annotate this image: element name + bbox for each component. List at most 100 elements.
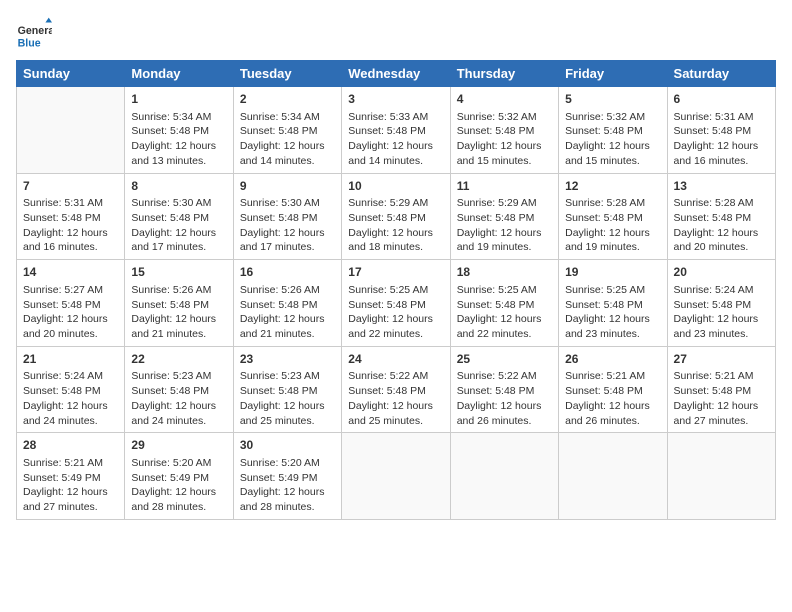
day-number: 24	[348, 351, 443, 368]
calendar-cell: 30 Sunrise: 5:20 AMSunset: 5:49 PMDayligh…	[233, 433, 341, 520]
day-info: Sunrise: 5:22 AMSunset: 5:48 PMDaylight:…	[457, 369, 552, 428]
day-info: Sunrise: 5:32 AMSunset: 5:48 PMDaylight:…	[565, 110, 660, 169]
calendar-cell: 3Sunrise: 5:33 AMSunset: 5:48 PMDaylight…	[342, 87, 450, 174]
calendar-cell: 17Sunrise: 5:25 AMSunset: 5:48 PMDayligh…	[342, 260, 450, 347]
calendar-cell	[450, 433, 558, 520]
calendar-week-row: 14 Sunrise: 5:27 AMSunset: 5:48 PMDayligh…	[17, 260, 776, 347]
calendar-header-row: SundayMondayTuesdayWednesdayThursdayFrid…	[17, 61, 776, 87]
calendar-cell: 10Sunrise: 5:29 AMSunset: 5:48 PMDayligh…	[342, 173, 450, 260]
day-number: 6	[674, 91, 769, 108]
calendar-cell: 16 Sunrise: 5:26 AMSunset: 5:48 PMDayligh…	[233, 260, 341, 347]
day-number: 21	[23, 351, 118, 368]
calendar-week-row: 28Sunrise: 5:21 AMSunset: 5:49 PMDayligh…	[17, 433, 776, 520]
day-info: Sunrise: 5:28 AMSunset: 5:48 PMDaylight:…	[674, 196, 769, 255]
calendar-cell: 26Sunrise: 5:21 AMSunset: 5:48 PMDayligh…	[559, 346, 667, 433]
calendar-cell: 29Sunrise: 5:20 AMSunset: 5:49 PMDayligh…	[125, 433, 233, 520]
day-number: 19	[565, 264, 660, 281]
calendar-cell: 22Sunrise: 5:23 AMSunset: 5:48 PMDayligh…	[125, 346, 233, 433]
day-info: Sunrise: 5:30 AMSunset: 5:48 PMDaylight:…	[131, 196, 226, 255]
calendar-cell	[559, 433, 667, 520]
logo: General Blue	[16, 16, 56, 52]
day-number: 14	[23, 264, 118, 281]
day-info: Sunrise: 5:21 AMSunset: 5:48 PMDaylight:…	[674, 369, 769, 428]
day-number: 27	[674, 351, 769, 368]
day-number: 7	[23, 178, 118, 195]
day-info: Sunrise: 5:24 AMSunset: 5:48 PMDaylight:…	[23, 369, 118, 428]
day-number: 28	[23, 437, 118, 454]
day-number: 8	[131, 178, 226, 195]
day-number: 30	[240, 437, 335, 454]
weekday-header-saturday: Saturday	[667, 61, 775, 87]
calendar-cell: 2 Sunrise: 5:34 AMSunset: 5:48 PMDaylight…	[233, 87, 341, 174]
day-info: Sunrise: 5:22 AMSunset: 5:48 PMDaylight:…	[348, 369, 443, 428]
page-header: General Blue	[16, 10, 776, 52]
calendar-cell: 15 Sunrise: 5:26 AMSunset: 5:48 PMDayligh…	[125, 260, 233, 347]
day-info: Sunrise: 5:29 AMSunset: 5:48 PMDaylight:…	[348, 196, 443, 255]
calendar-cell: 8Sunrise: 5:30 AMSunset: 5:48 PMDaylight…	[125, 173, 233, 260]
calendar-cell: 11Sunrise: 5:29 AMSunset: 5:48 PMDayligh…	[450, 173, 558, 260]
day-info: Sunrise: 5:25 AMSunset: 5:48 PMDaylight:…	[457, 283, 552, 342]
day-number: 13	[674, 178, 769, 195]
day-number: 9	[240, 178, 335, 195]
day-number: 26	[565, 351, 660, 368]
weekday-header-tuesday: Tuesday	[233, 61, 341, 87]
calendar-cell	[342, 433, 450, 520]
calendar-cell: 21Sunrise: 5:24 AMSunset: 5:48 PMDayligh…	[17, 346, 125, 433]
day-info: Sunrise: 5:29 AMSunset: 5:48 PMDaylight:…	[457, 196, 552, 255]
day-number: 15	[131, 264, 226, 281]
day-info: Sunrise: 5:26 AMSunset: 5:48 PMDaylight:…	[131, 283, 226, 342]
day-number: 10	[348, 178, 443, 195]
day-info: Sunrise: 5:31 AMSunset: 5:48 PMDaylight:…	[23, 196, 118, 255]
calendar-cell: 4 Sunrise: 5:32 AMSunset: 5:48 PMDaylight…	[450, 87, 558, 174]
day-number: 22	[131, 351, 226, 368]
day-info: Sunrise: 5:28 AMSunset: 5:48 PMDaylight:…	[565, 196, 660, 255]
calendar-cell: 12Sunrise: 5:28 AMSunset: 5:48 PMDayligh…	[559, 173, 667, 260]
calendar-cell: 25Sunrise: 5:22 AMSunset: 5:48 PMDayligh…	[450, 346, 558, 433]
calendar-cell: 9Sunrise: 5:30 AMSunset: 5:48 PMDaylight…	[233, 173, 341, 260]
day-info: Sunrise: 5:20 AMSunset: 5:49 PMDaylight:…	[240, 456, 335, 515]
calendar-table: SundayMondayTuesdayWednesdayThursdayFrid…	[16, 60, 776, 520]
day-info: Sunrise: 5:23 AMSunset: 5:48 PMDaylight:…	[240, 369, 335, 428]
day-number: 16	[240, 264, 335, 281]
day-number: 4	[457, 91, 552, 108]
day-info: Sunrise: 5:27 AMSunset: 5:48 PMDaylight:…	[23, 283, 118, 342]
calendar-cell: 24Sunrise: 5:22 AMSunset: 5:48 PMDayligh…	[342, 346, 450, 433]
day-info: Sunrise: 5:31 AMSunset: 5:48 PMDaylight:…	[674, 110, 769, 169]
day-info: Sunrise: 5:25 AMSunset: 5:48 PMDaylight:…	[565, 283, 660, 342]
day-number: 5	[565, 91, 660, 108]
day-info: Sunrise: 5:32 AMSunset: 5:48 PMDaylight:…	[457, 110, 552, 169]
day-info: Sunrise: 5:20 AMSunset: 5:49 PMDaylight:…	[131, 456, 226, 515]
day-info: Sunrise: 5:30 AMSunset: 5:48 PMDaylight:…	[240, 196, 335, 255]
calendar-week-row: 1Sunrise: 5:34 AMSunset: 5:48 PMDaylight…	[17, 87, 776, 174]
day-info: Sunrise: 5:21 AMSunset: 5:48 PMDaylight:…	[565, 369, 660, 428]
calendar-cell: 19 Sunrise: 5:25 AMSunset: 5:48 PMDayligh…	[559, 260, 667, 347]
day-info: Sunrise: 5:33 AMSunset: 5:48 PMDaylight:…	[348, 110, 443, 169]
weekday-header-thursday: Thursday	[450, 61, 558, 87]
day-number: 18	[457, 264, 552, 281]
day-number: 23	[240, 351, 335, 368]
day-info: Sunrise: 5:26 AMSunset: 5:48 PMDaylight:…	[240, 283, 335, 342]
calendar-cell: 18 Sunrise: 5:25 AMSunset: 5:48 PMDayligh…	[450, 260, 558, 347]
calendar-cell: 1Sunrise: 5:34 AMSunset: 5:48 PMDaylight…	[125, 87, 233, 174]
day-number: 2	[240, 91, 335, 108]
day-number: 12	[565, 178, 660, 195]
calendar-cell: 27Sunrise: 5:21 AMSunset: 5:48 PMDayligh…	[667, 346, 775, 433]
day-info: Sunrise: 5:25 AMSunset: 5:48 PMDaylight:…	[348, 283, 443, 342]
weekday-header-wednesday: Wednesday	[342, 61, 450, 87]
calendar-cell: 13Sunrise: 5:28 AMSunset: 5:48 PMDayligh…	[667, 173, 775, 260]
calendar-cell: 7Sunrise: 5:31 AMSunset: 5:48 PMDaylight…	[17, 173, 125, 260]
calendar-cell: 5 Sunrise: 5:32 AMSunset: 5:48 PMDaylight…	[559, 87, 667, 174]
calendar-cell: 6 Sunrise: 5:31 AMSunset: 5:48 PMDaylight…	[667, 87, 775, 174]
day-number: 11	[457, 178, 552, 195]
day-number: 20	[674, 264, 769, 281]
calendar-cell: 20 Sunrise: 5:24 AMSunset: 5:48 PMDayligh…	[667, 260, 775, 347]
day-info: Sunrise: 5:34 AMSunset: 5:48 PMDaylight:…	[240, 110, 335, 169]
calendar-week-row: 7Sunrise: 5:31 AMSunset: 5:48 PMDaylight…	[17, 173, 776, 260]
weekday-header-friday: Friday	[559, 61, 667, 87]
calendar-cell: 23Sunrise: 5:23 AMSunset: 5:48 PMDayligh…	[233, 346, 341, 433]
calendar-cell	[667, 433, 775, 520]
day-info: Sunrise: 5:24 AMSunset: 5:48 PMDaylight:…	[674, 283, 769, 342]
logo-icon: General Blue	[16, 16, 52, 52]
weekday-header-monday: Monday	[125, 61, 233, 87]
weekday-header-sunday: Sunday	[17, 61, 125, 87]
